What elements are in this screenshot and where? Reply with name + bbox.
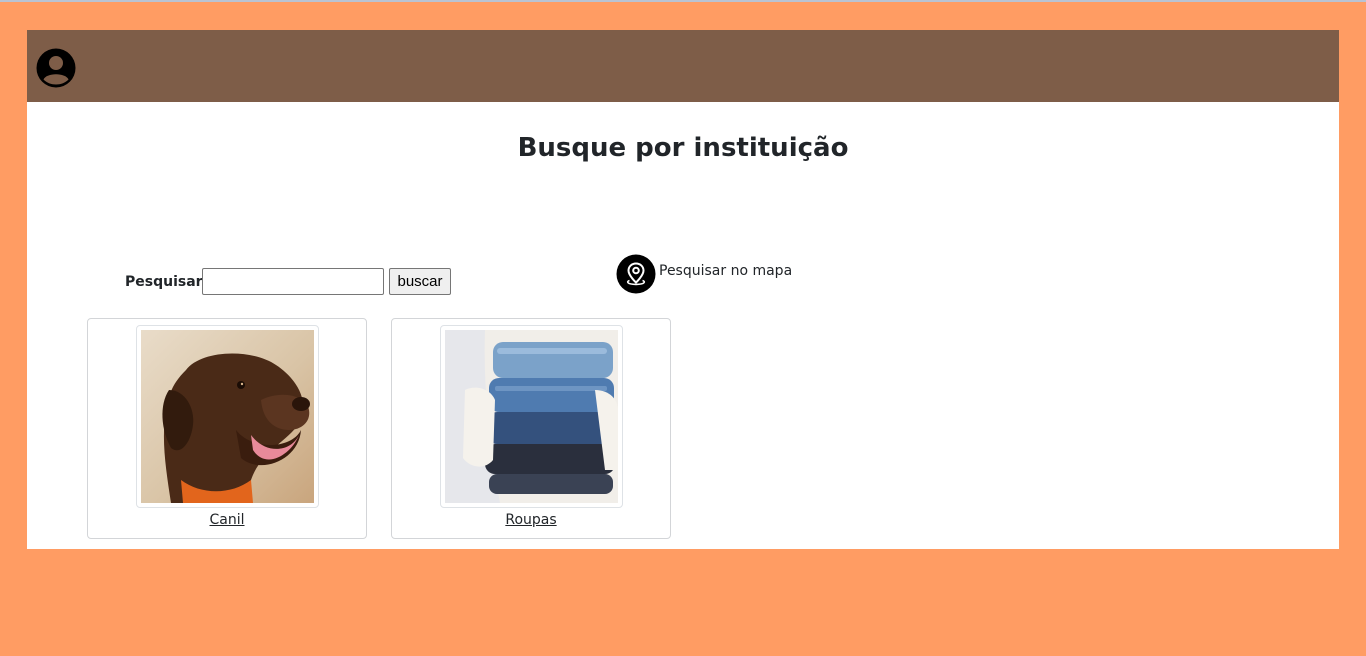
institution-card-roupas: Roupas (391, 318, 671, 539)
top-navbar (27, 30, 1339, 102)
dog-photo[interactable] (141, 330, 314, 503)
page-title: Busque por instituição (517, 133, 849, 163)
search-button[interactable]: buscar (389, 268, 451, 295)
institution-card-canil: Canil (87, 318, 367, 539)
map-search-label: Pesquisar no mapa (659, 263, 793, 279)
page-container: Busque por instituição Pesquisar: buscar… (27, 30, 1339, 549)
search-label: Pesquisar: (125, 274, 209, 290)
search-input[interactable] (202, 268, 384, 295)
card-image-frame (440, 325, 623, 508)
map-pin-icon (616, 254, 656, 294)
clothes-stack-photo[interactable] (445, 330, 618, 503)
card-image-frame (136, 325, 319, 508)
browser-top-edge (0, 0, 1366, 2)
card-link-canil[interactable]: Canil (88, 512, 366, 528)
user-circle-icon[interactable] (36, 48, 76, 88)
card-link-roupas[interactable]: Roupas (392, 512, 670, 528)
